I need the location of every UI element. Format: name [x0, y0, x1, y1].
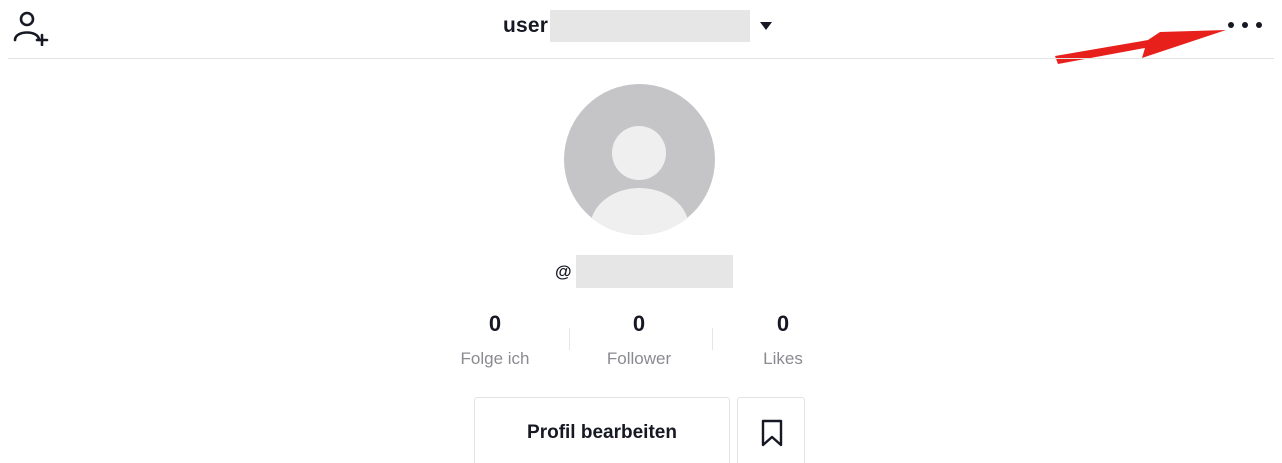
- bookmark-button[interactable]: [737, 397, 805, 463]
- more-dots-icon[interactable]: [1228, 16, 1262, 34]
- stat-label: Likes: [763, 349, 803, 368]
- stat-following[interactable]: 0 Folge ich: [425, 310, 565, 370]
- default-avatar[interactable]: [564, 84, 715, 235]
- dot: [1256, 22, 1262, 28]
- stat-followers[interactable]: 0 Follower: [569, 310, 709, 370]
- stat-value: 0: [776, 311, 790, 336]
- header-divider: [8, 58, 1274, 59]
- handle-redaction: [575, 255, 733, 288]
- stat-value: 0: [632, 311, 646, 336]
- stat-value: 0: [488, 311, 502, 336]
- handle-prefix: @: [555, 261, 572, 281]
- bookmark-icon: [761, 419, 783, 447]
- profile-page: user @ 0 Folge ich 0 Follower 0 Likes Pr…: [0, 0, 1282, 463]
- account-switcher[interactable]: user: [503, 10, 773, 42]
- dot: [1242, 22, 1248, 28]
- avatar-body-shape: [590, 188, 689, 235]
- top-bar: user: [0, 0, 1282, 64]
- caret-down-icon[interactable]: [760, 22, 773, 30]
- profile-handle: @: [555, 255, 733, 288]
- stat-likes[interactable]: 0 Likes: [713, 310, 853, 370]
- edit-profile-button[interactable]: Profil bearbeiten: [474, 397, 730, 463]
- add-user-icon[interactable]: [10, 8, 52, 46]
- annotation-arrow-icon: [1055, 30, 1226, 64]
- stat-label: Follower: [606, 349, 672, 368]
- username-redaction: [550, 10, 751, 42]
- avatar-head-shape: [612, 126, 666, 180]
- username-title: user: [503, 14, 549, 37]
- stat-label: Folge ich: [460, 349, 530, 368]
